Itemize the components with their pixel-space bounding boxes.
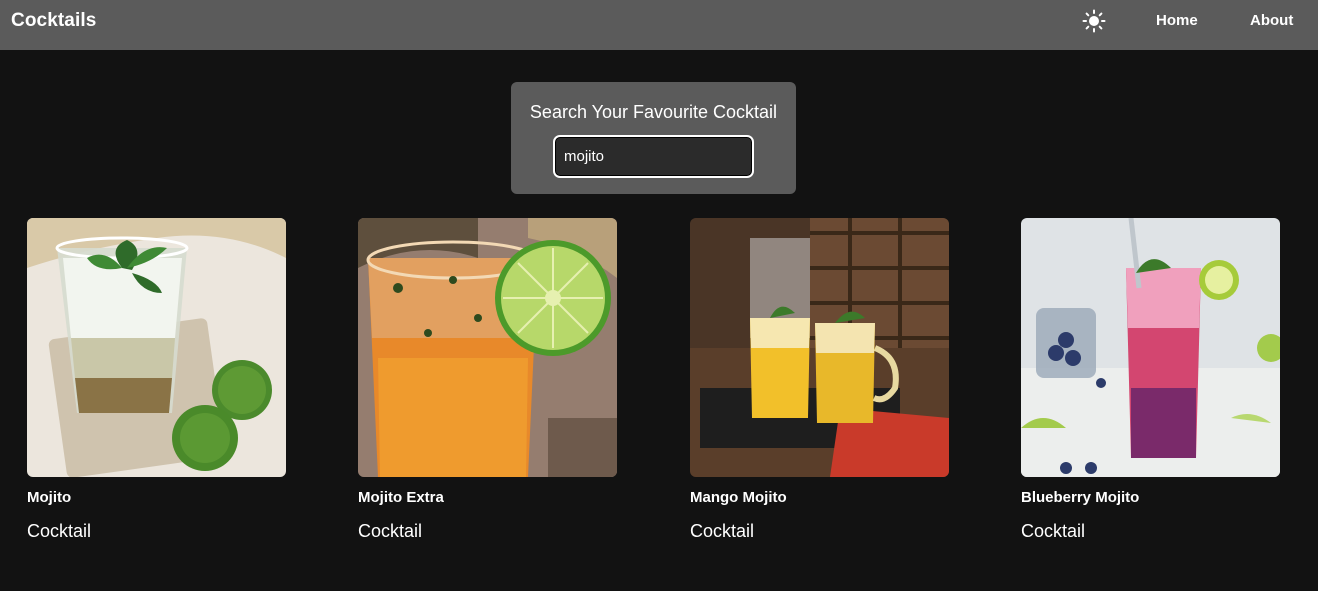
cocktail-name[interactable]: Blueberry Mojito <box>1021 489 1139 506</box>
nav-about-link[interactable]: About <box>1250 12 1293 29</box>
cocktail-type: Cocktail <box>1021 521 1086 541</box>
cocktail-image[interactable] <box>358 218 617 477</box>
cocktail-name[interactable]: Mojito <box>27 489 71 506</box>
sun-icon[interactable] <box>1082 9 1106 33</box>
cocktail-image[interactable] <box>27 218 286 477</box>
search-title: Search Your Favourite Cocktail <box>529 102 778 122</box>
cocktail-type: Cocktail <box>690 521 755 541</box>
cocktail-type: Cocktail <box>27 521 92 541</box>
search-input[interactable] <box>553 135 754 178</box>
cocktail-image[interactable] <box>690 218 949 477</box>
search-card: Search Your Favourite Cocktail <box>511 82 796 194</box>
cocktail-card[interactable]: Mango Mojito Cocktail <box>690 218 949 541</box>
cocktail-name[interactable]: Mojito Extra <box>358 489 444 506</box>
cocktail-image[interactable] <box>1021 218 1280 477</box>
cocktail-card[interactable]: Blueberry Mojito Cocktail <box>1021 218 1280 541</box>
navbar: Cocktails Home About <box>0 0 1318 50</box>
cocktail-card[interactable]: Mojito Extra Cocktail <box>358 218 617 541</box>
cocktail-card[interactable]: Mojito Cocktail <box>27 218 286 541</box>
cocktail-type: Cocktail <box>358 521 423 541</box>
cocktail-name[interactable]: Mango Mojito <box>690 489 787 506</box>
brand-logo[interactable]: Cocktails <box>11 10 96 32</box>
nav-home-link[interactable]: Home <box>1156 12 1198 29</box>
